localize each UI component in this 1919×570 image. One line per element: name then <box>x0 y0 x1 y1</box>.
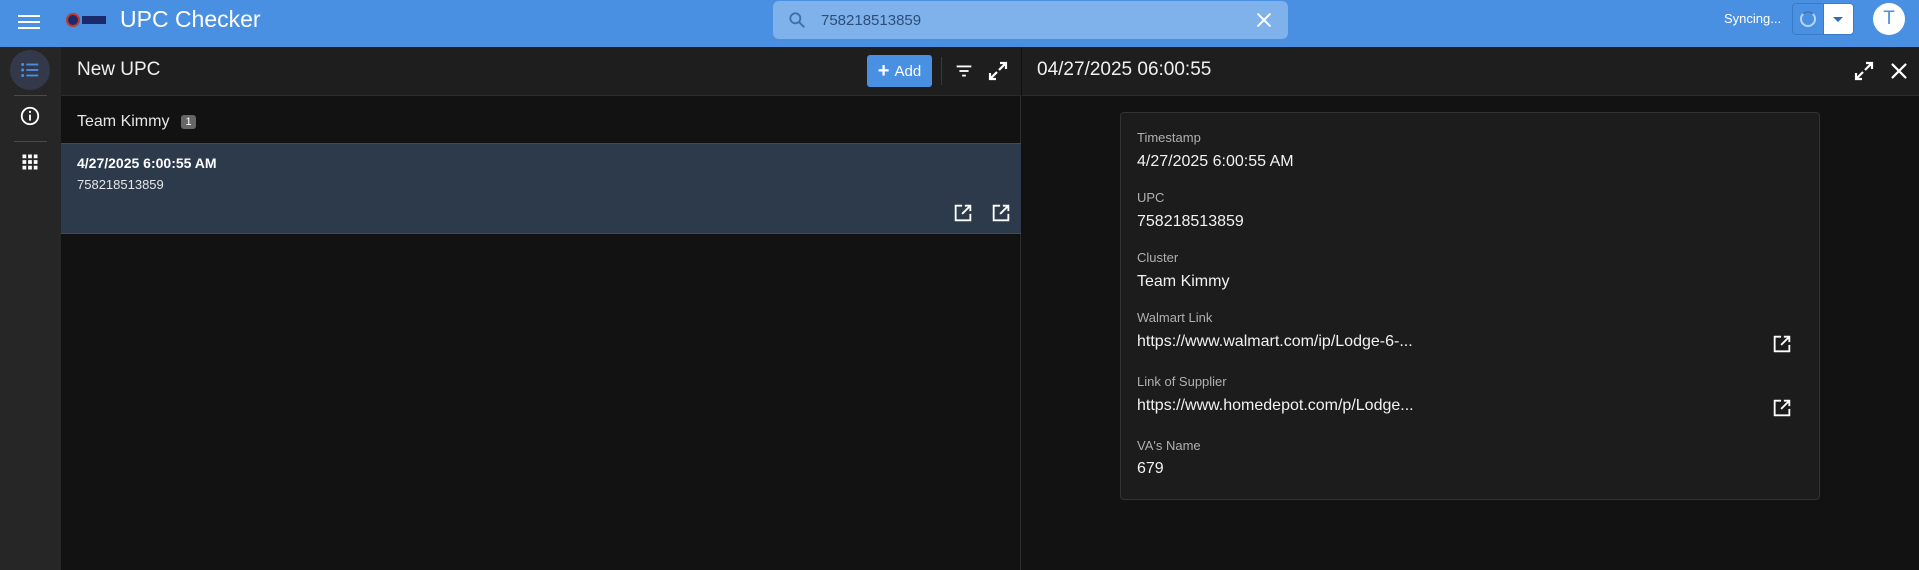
rail-item-info[interactable] <box>10 96 50 136</box>
field-label-upc: UPC <box>1137 190 1165 205</box>
field-value-walmart-link[interactable]: https://www.walmart.com/ip/Lodge-6-... <box>1137 333 1413 351</box>
plus-icon: + <box>877 60 890 82</box>
field-value-va-name: 679 <box>1137 460 1164 477</box>
list-pane-header: New UPC + Add <box>61 47 1021 96</box>
info-icon <box>20 106 40 126</box>
field-label-timestamp: Timestamp <box>1137 130 1201 145</box>
open-supplier-link-icon[interactable] <box>990 202 1012 224</box>
top-bar: UPC Checker Syncing... T <box>0 0 1919 47</box>
user-avatar[interactable]: T <box>1873 3 1905 35</box>
search-input[interactable] <box>821 5 1221 35</box>
close-icon[interactable] <box>1888 60 1910 82</box>
field-value-timestamp: 4/27/2025 6:00:55 AM <box>1137 153 1294 170</box>
menu-icon[interactable] <box>18 11 40 33</box>
field-value-upc: 758218513859 <box>1137 213 1244 230</box>
field-label-walmart-link: Walmart Link <box>1137 310 1213 325</box>
detail-pane-header: 04/27/2025 06:00:55 <box>1022 47 1919 96</box>
group-header[interactable]: Team Kimmy 1 <box>77 113 196 131</box>
app-title: UPC Checker <box>120 6 261 32</box>
sync-dropdown-icon[interactable] <box>1822 4 1853 34</box>
rail-item-list[interactable] <box>10 50 50 90</box>
detail-title: 04/27/2025 06:00:55 <box>1037 59 1212 80</box>
group-count-badge: 1 <box>181 115 196 129</box>
clear-search-icon[interactable] <box>1254 10 1274 30</box>
field-value-cluster: Team Kimmy <box>1137 273 1230 290</box>
open-walmart-link-icon[interactable] <box>952 202 974 224</box>
record-upc: 758218513859 <box>77 177 164 192</box>
company-logo <box>66 13 106 27</box>
field-label-va-name: VA's Name <box>1137 438 1201 453</box>
header-divider <box>941 57 942 85</box>
search-box <box>773 1 1288 39</box>
list-icon <box>21 63 39 77</box>
field-label-cluster: Cluster <box>1137 250 1179 265</box>
detail-pane: 04/27/2025 06:00:55 Timestamp 4/27/2025 … <box>1022 47 1919 570</box>
list-pane: New UPC + Add Team Kimmy 1 4/27/2025 6:0… <box>61 47 1021 570</box>
record-timestamp: 4/27/2025 6:00:55 AM <box>77 155 217 171</box>
search-icon <box>789 12 805 28</box>
sync-status: Syncing... <box>1724 11 1782 26</box>
open-supplier-link-icon[interactable] <box>1771 397 1793 419</box>
sync-spinner-icon[interactable] <box>1793 4 1823 34</box>
left-rail <box>0 47 61 570</box>
field-label-supplier-link: Link of Supplier <box>1137 374 1227 389</box>
add-button-label: Add <box>894 62 922 80</box>
sync-button[interactable] <box>1792 3 1854 35</box>
field-value-supplier-link[interactable]: https://www.homedepot.com/p/Lodge... <box>1137 397 1414 415</box>
open-walmart-link-icon[interactable] <box>1771 333 1793 355</box>
list-pane-title: New UPC <box>77 59 161 80</box>
detail-card: Timestamp 4/27/2025 6:00:55 AM UPC 75821… <box>1120 112 1820 500</box>
expand-icon[interactable] <box>1852 59 1876 83</box>
filter-icon[interactable] <box>953 60 975 82</box>
add-button[interactable]: + Add <box>867 55 932 87</box>
group-name: Team Kimmy <box>77 113 170 130</box>
apps-grid-icon <box>22 154 38 170</box>
list-item[interactable]: 4/27/2025 6:00:55 AM 758218513859 <box>61 143 1021 234</box>
expand-icon[interactable] <box>986 59 1010 83</box>
rail-item-apps[interactable] <box>10 142 50 182</box>
